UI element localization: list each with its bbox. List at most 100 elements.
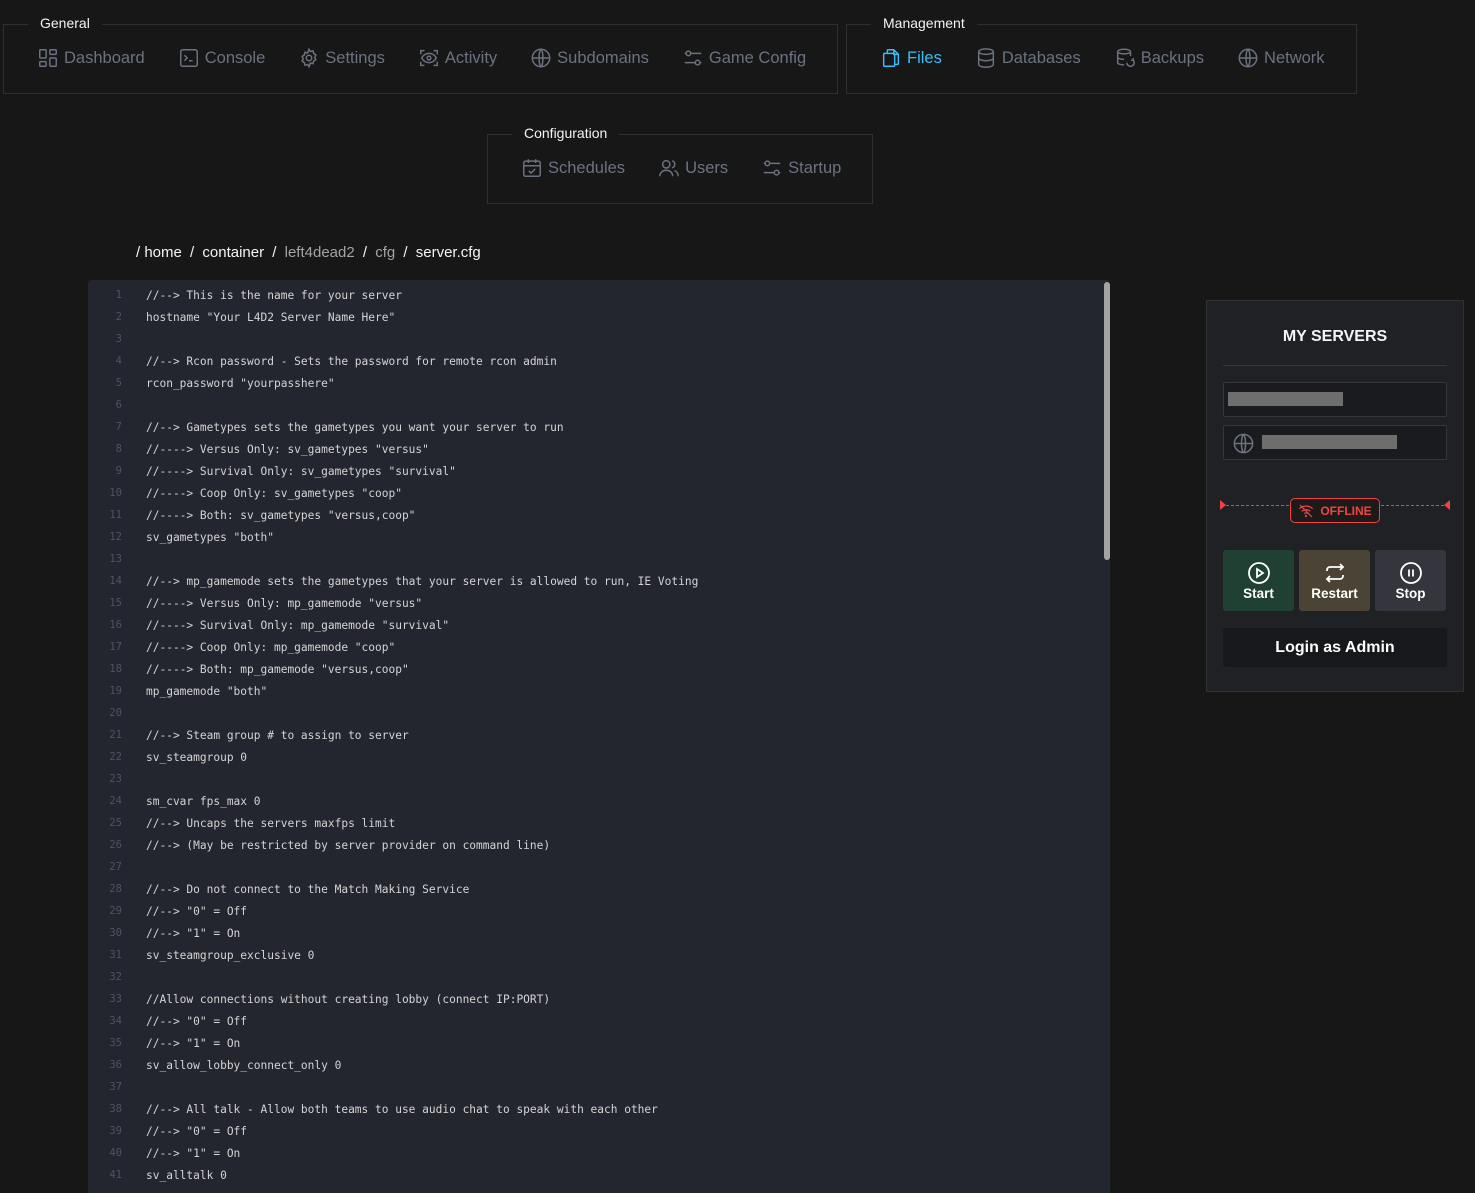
code-line[interactable]: 14 //--> mp_gamemode sets the gametypes t… <box>88 570 1110 592</box>
code-line[interactable]: 31 sv_steamgroup_exclusive 0 <box>88 944 1110 966</box>
code-text: //--> Steam group # to assign to server <box>146 728 409 742</box>
code-line[interactable]: 22 sv_steamgroup 0 <box>88 746 1110 768</box>
code-line[interactable]: 25 //--> Uncaps the servers maxfps limit <box>88 812 1110 834</box>
code-line[interactable]: 8 //----> Versus Only: sv_gametypes "vers… <box>88 438 1110 460</box>
code-line[interactable]: 7 //--> Gametypes sets the gametypes you … <box>88 416 1110 438</box>
panel-title: MY SERVERS <box>1282 328 1388 345</box>
line-number: 34 <box>109 1015 122 1027</box>
nav-item-console[interactable]: Console <box>178 47 265 69</box>
code-line[interactable]: 12 sv_gametypes "both" <box>88 526 1110 548</box>
nav-item-dashboard[interactable]: Dashboard <box>37 47 145 69</box>
breadcrumb-item-home[interactable]: home <box>144 244 182 261</box>
dashboard-icon <box>37 47 59 69</box>
nav-item-network[interactable]: Network <box>1237 47 1325 69</box>
code-line[interactable]: 2 hostname "Your L4D2 Server Name Here" <box>88 306 1110 328</box>
status-badge: OFFLINE <box>1290 498 1380 523</box>
code-text: //--> Do not connect to the Match Making… <box>146 882 470 896</box>
code-line[interactable]: 4 //--> Rcon password - Sets the password… <box>88 350 1110 372</box>
code-editor[interactable]: 1 //--> This is the name for your server 2… <box>88 280 1110 1193</box>
code-line[interactable]: 11 //----> Both: sv_gametypes "versus,coo… <box>88 504 1110 526</box>
code-line[interactable]: 10 //----> Coop Only: sv_gametypes "coop" <box>88 482 1110 504</box>
restart-button[interactable]: Restart <box>1299 550 1370 611</box>
server-name-field[interactable] <box>1223 382 1447 417</box>
code-line[interactable]: 29 //--> "0" = Off <box>88 900 1110 922</box>
breadcrumb-item-container[interactable]: container <box>202 244 264 261</box>
line-number: 37 <box>109 1081 122 1093</box>
nav-item-schedules[interactable]: Schedules <box>521 157 625 179</box>
nav-item-users[interactable]: Users <box>658 157 728 179</box>
code-line[interactable]: 28 //--> Do not connect to the Match Maki… <box>88 878 1110 900</box>
line-number: 27 <box>109 861 122 873</box>
code-text: //--> This is the name for your server <box>146 288 402 302</box>
code-line[interactable]: 38 //--> All talk - Allow both teams to u… <box>88 1098 1110 1120</box>
code-line[interactable]: 39 //--> "0" = Off <box>88 1120 1110 1142</box>
activity-icon <box>418 47 440 69</box>
code-text: //----> Versus Only: mp_gamemode "versus… <box>146 596 423 610</box>
restart-button-label: Restart <box>1311 585 1358 601</box>
nav-item-settings[interactable]: Settings <box>298 47 385 69</box>
nav-item-startup[interactable]: Startup <box>761 157 841 179</box>
code-line[interactable]: 35 //--> "1" = On <box>88 1032 1110 1054</box>
editor-scrollbar[interactable] <box>1104 282 1110 560</box>
code-line[interactable]: 20 <box>88 702 1110 724</box>
code-text: sv_steamgroup 0 <box>146 750 248 764</box>
code-line[interactable]: 26 //--> (May be restricted by server pro… <box>88 834 1110 856</box>
status-marker-right <box>1444 500 1450 510</box>
line-number: 23 <box>109 773 122 785</box>
nav-item-backups[interactable]: Backups <box>1114 47 1204 69</box>
code-line[interactable]: 24 sm_cvar fps_max 0 <box>88 790 1110 812</box>
line-number: 7 <box>115 421 122 433</box>
login-as-admin-button[interactable]: Login as Admin <box>1223 628 1447 667</box>
start-button-label: Start <box>1243 585 1274 601</box>
server-address-field[interactable] <box>1223 425 1447 460</box>
code-line[interactable]: 27 <box>88 856 1110 878</box>
nav-item-subdomains[interactable]: Subdomains <box>530 47 649 69</box>
nav-group-general: General Dashboard Console Settings Activ… <box>3 11 838 94</box>
breadcrumb-root: / <box>136 244 141 261</box>
calendar-icon <box>521 157 543 179</box>
line-number: 14 <box>109 575 122 587</box>
code-line[interactable]: 32 <box>88 966 1110 988</box>
code-line[interactable]: 23 <box>88 768 1110 790</box>
code-line[interactable]: 41 sv_alltalk 0 <box>88 1164 1110 1186</box>
code-line[interactable]: 36 sv_allow_lobby_connect_only 0 <box>88 1054 1110 1076</box>
code-line[interactable]: 30 //--> "1" = On <box>88 922 1110 944</box>
code-editor-lines[interactable]: 1 //--> This is the name for your server 2… <box>88 284 1110 1186</box>
code-text: //----> Both: sv_gametypes "versus,coop" <box>146 508 416 522</box>
nav-item-label: Settings <box>325 48 385 67</box>
line-number: 28 <box>109 883 122 895</box>
code-line[interactable]: 19 mp_gamemode "both" <box>88 680 1110 702</box>
code-line[interactable]: 13 <box>88 548 1110 570</box>
code-line[interactable]: 15 //----> Versus Only: mp_gamemode "vers… <box>88 592 1110 614</box>
nav-item-activity[interactable]: Activity <box>418 47 497 69</box>
restart-icon <box>1325 562 1344 583</box>
breadcrumb-separator: / <box>403 244 408 261</box>
line-number: 19 <box>109 685 122 697</box>
code-line[interactable]: 40 //--> "1" = On <box>88 1142 1110 1164</box>
start-button[interactable]: Start <box>1223 550 1294 611</box>
code-line[interactable]: 17 //----> Coop Only: mp_gamemode "coop" <box>88 636 1110 658</box>
nav-item-label: Game Config <box>708 48 807 67</box>
code-line[interactable]: 18 //----> Both: mp_gamemode "versus,coop… <box>88 658 1110 680</box>
code-line[interactable]: 1 //--> This is the name for your server <box>88 284 1110 306</box>
code-text: //--> All talk - Allow both teams to use… <box>146 1102 658 1116</box>
line-number: 41 <box>109 1169 122 1181</box>
code-line[interactable]: 34 //--> "0" = Off <box>88 1010 1110 1032</box>
breadcrumb-item-cfg[interactable]: cfg <box>375 244 395 261</box>
code-line[interactable]: 6 <box>88 394 1110 416</box>
code-line[interactable]: 16 //----> Survival Only: mp_gamemode "su… <box>88 614 1110 636</box>
code-line[interactable]: 5 rcon_password "yourpasshere" <box>88 372 1110 394</box>
nav-item-game-config[interactable]: Game Config <box>682 47 806 69</box>
breadcrumb-item-left4dead2[interactable]: left4dead2 <box>285 244 355 261</box>
code-line[interactable]: 3 <box>88 328 1110 350</box>
backup-icon <box>1114 47 1136 69</box>
login-as-admin-label: Login as Admin <box>1275 638 1395 656</box>
nav-item-databases[interactable]: Databases <box>975 47 1081 69</box>
code-line[interactable]: 9 //----> Survival Only: sv_gametypes "su… <box>88 460 1110 482</box>
code-line[interactable]: 33 //Allow connections without creating l… <box>88 988 1110 1010</box>
stop-button[interactable]: Stop <box>1375 550 1446 611</box>
code-line[interactable]: 21 //--> Steam group # to assign to serve… <box>88 724 1110 746</box>
code-line[interactable]: 37 <box>88 1076 1110 1098</box>
code-text: sv_alltalk 0 <box>146 1168 227 1182</box>
nav-item-files[interactable]: Files <box>880 47 942 69</box>
